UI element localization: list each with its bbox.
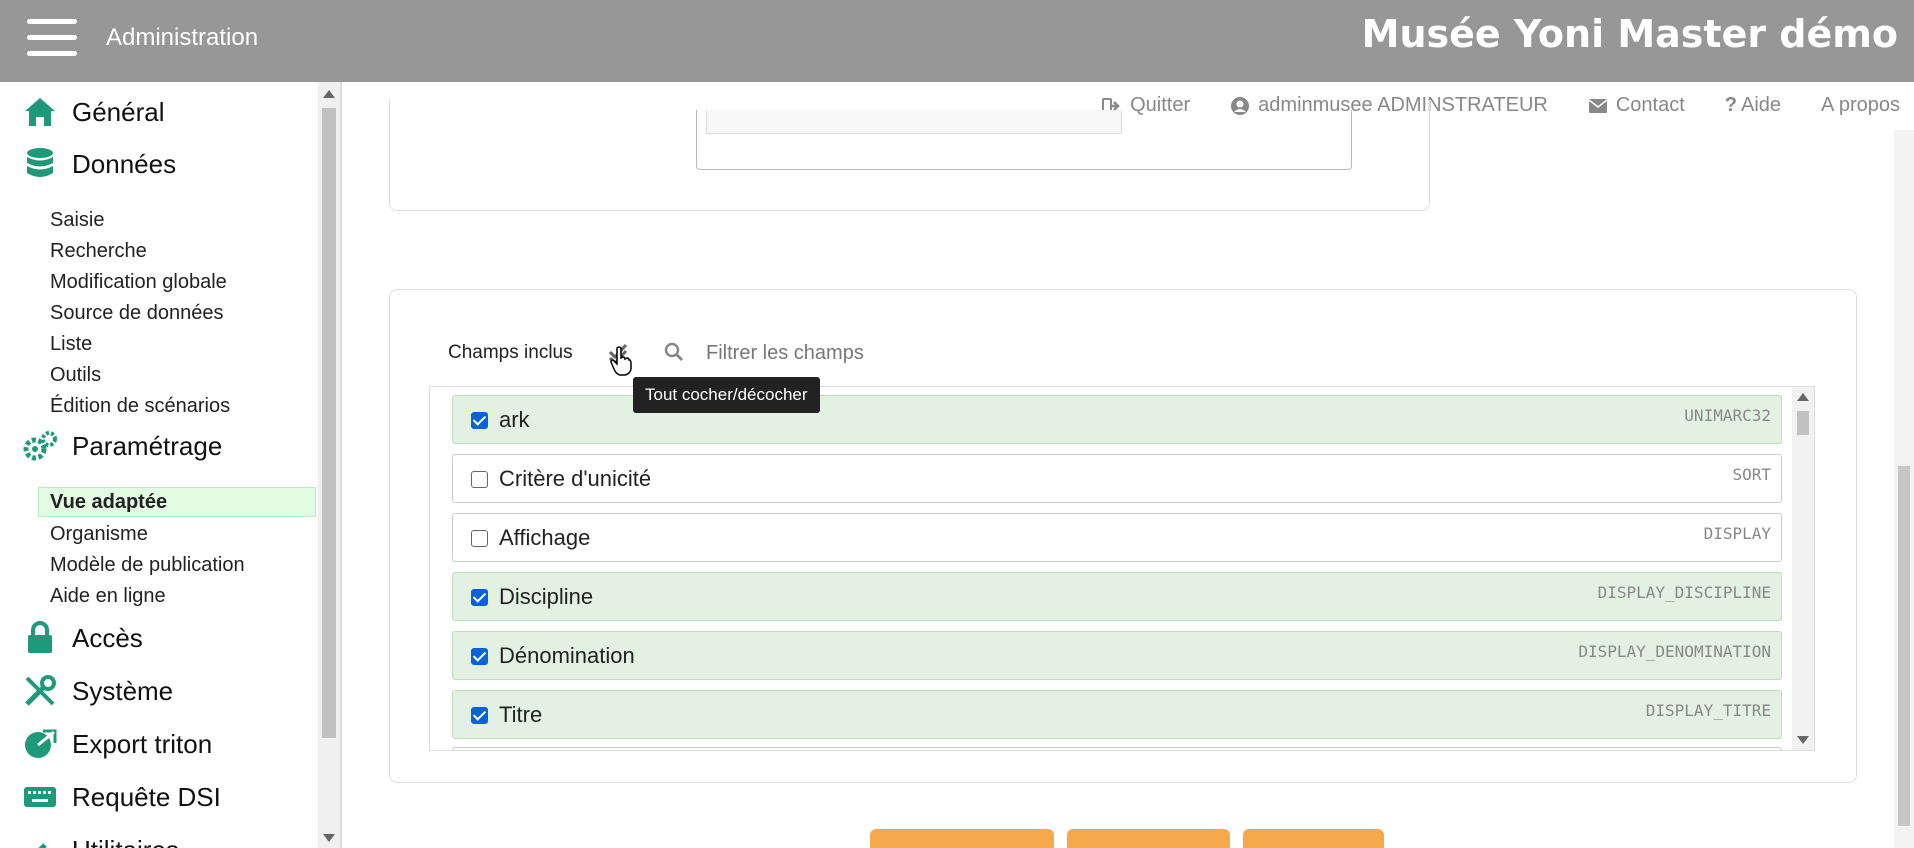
- action-button-1[interactable]: [870, 829, 1054, 848]
- sidebar: Général Données Saisie Recherche Modific…: [0, 82, 342, 848]
- sidebar-item-label: Général: [72, 96, 165, 127]
- list-item[interactable]: Discipline DISPLAY_DISCIPLINE: [452, 572, 1782, 621]
- sidebar-item-export[interactable]: Export triton: [22, 720, 212, 768]
- upper-field[interactable]: [706, 110, 1122, 134]
- sidebar-item-edition-scenarios[interactable]: Édition de scénarios: [50, 395, 230, 418]
- sidebar-item-vue-adaptee[interactable]: Vue adaptée: [38, 487, 316, 517]
- site-title: Musée Yoni Master démo: [1361, 12, 1898, 56]
- sidebar-item-data[interactable]: Données: [22, 140, 176, 188]
- field-checkbox[interactable]: [471, 648, 488, 665]
- sidebar-item-organisme[interactable]: Organisme: [50, 523, 148, 546]
- sidebar-item-saisie[interactable]: Saisie: [50, 209, 104, 232]
- list-item[interactable]: Titre DISPLAY_TITRE: [452, 690, 1782, 739]
- sidebar-item-system[interactable]: Système: [22, 667, 173, 715]
- fields-list-scrollbar[interactable]: [1792, 387, 1814, 750]
- list-item[interactable]: Affichage DISPLAY: [452, 513, 1782, 562]
- sidebar-item-aide-en-ligne[interactable]: Aide en ligne: [50, 585, 166, 608]
- keyboard-icon: [22, 779, 58, 815]
- question-icon: ?: [1724, 94, 1738, 116]
- sidebar-item-label: Accès: [72, 622, 143, 653]
- field-checkbox[interactable]: [471, 412, 488, 429]
- globe-export-icon: [22, 726, 58, 762]
- field-checkbox[interactable]: [471, 530, 488, 547]
- field-checkbox[interactable]: [471, 471, 488, 488]
- sidebar-item-label: Requête DSI: [72, 781, 221, 812]
- fields-list: ark UNIMARC32 Critère d'unicité SORT Aff…: [429, 386, 1815, 751]
- sidebar-item-label: Utilitaires: [72, 835, 179, 848]
- sidebar-item-access[interactable]: Accès: [22, 614, 143, 662]
- contact-link[interactable]: Contact: [1588, 94, 1685, 117]
- fields-label: Champs inclus: [448, 342, 573, 363]
- sidebar-item-recherche[interactable]: Recherche: [50, 240, 147, 263]
- field-checkbox[interactable]: [471, 589, 488, 606]
- sidebar-item-label: Données: [72, 148, 177, 179]
- sidebar-item-outils[interactable]: Outils: [50, 364, 101, 387]
- search-icon: [664, 342, 684, 366]
- sidebar-item-modele-publication[interactable]: Modèle de publication: [50, 554, 245, 577]
- sidebar-item-liste[interactable]: Liste: [50, 333, 92, 356]
- field-checkbox[interactable]: [471, 707, 488, 724]
- hand-cursor-icon: [610, 346, 636, 380]
- tools-icon: [22, 673, 58, 709]
- sidebar-item-source-donnees[interactable]: Source de données: [50, 302, 223, 325]
- envelope-icon: [1588, 98, 1608, 113]
- action-button-3[interactable]: [1243, 829, 1384, 848]
- sidebar-scrollbar[interactable]: [318, 82, 340, 848]
- list-item[interactable]: Critère d'unicité SORT: [452, 454, 1782, 503]
- list-item[interactable]: Dénomination DISPLAY_DENOMINATION: [452, 631, 1782, 680]
- sidebar-item-settings[interactable]: Paramétrage: [22, 422, 222, 470]
- sidebar-item-label: Paramétrage: [72, 430, 223, 461]
- app-title: Administration: [106, 24, 259, 51]
- action-button-2[interactable]: [1067, 829, 1230, 848]
- filter-fields-input[interactable]: [706, 336, 1106, 370]
- help-link[interactable]: ? Aide: [1725, 94, 1781, 117]
- sidebar-item-label: Système: [72, 675, 174, 706]
- list-item-partial: [452, 747, 1782, 750]
- database-icon: [22, 146, 58, 182]
- menu-icon[interactable]: [27, 19, 77, 57]
- about-link[interactable]: A propos: [1821, 94, 1900, 117]
- lock-icon: [22, 620, 58, 656]
- home-icon: [22, 94, 58, 130]
- main-scrollbar[interactable]: [1894, 130, 1914, 848]
- utilities-icon: [22, 832, 58, 848]
- sidebar-item-dsi[interactable]: Requête DSI: [22, 773, 221, 821]
- sidebar-item-general[interactable]: Général: [22, 88, 165, 136]
- sidebar-item-label: Export triton: [72, 728, 213, 759]
- check-all-tooltip: Tout cocher/décocher: [633, 377, 820, 413]
- top-bar: Administration Musée Yoni Master démo: [0, 0, 1914, 82]
- gears-icon: [22, 428, 58, 464]
- sidebar-item-utilities[interactable]: Utilitaires: [22, 826, 179, 848]
- sidebar-item-modification-globale[interactable]: Modification globale: [50, 271, 227, 294]
